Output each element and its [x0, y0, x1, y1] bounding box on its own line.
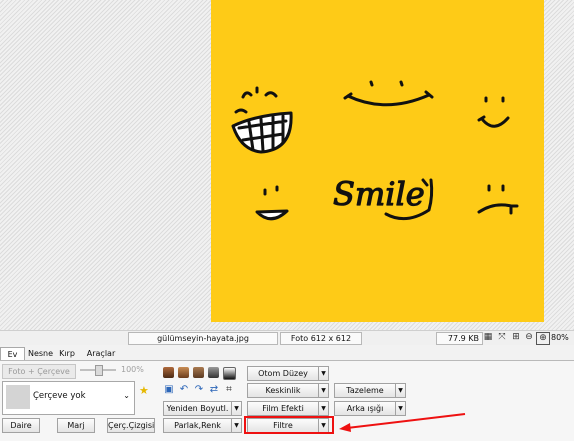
tazeleme-dropdown[interactable]: ▼: [395, 383, 406, 398]
smile-text: Smile: [333, 175, 425, 213]
parlak-renk-button[interactable]: Parlak,Renk: [163, 418, 232, 433]
foto-cerceve-button[interactable]: Foto + Çerçeve: [2, 364, 76, 379]
otom-duzey-dropdown[interactable]: ▼: [318, 366, 329, 381]
tab-ev[interactable]: Ev: [0, 347, 25, 361]
zoom-percent: 100%: [121, 365, 144, 374]
gray-preset-icon[interactable]: [208, 367, 219, 378]
yeniden-boyutl-button[interactable]: Yeniden Boyutl.: [163, 401, 232, 416]
zoom-in-icon[interactable]: ⊕: [536, 332, 550, 345]
daire-button[interactable]: Daire: [2, 418, 40, 433]
red-arrow-icon: [339, 413, 466, 432]
cerc-cizgisi-button[interactable]: Çerç.Çizgisi: [107, 418, 155, 433]
smiley-drawings: Smile: [231, 80, 519, 221]
frame-thumbnail: [6, 385, 30, 409]
photo[interactable]: Smile: [211, 0, 544, 322]
fit-window-icon[interactable]: ⤧: [496, 332, 508, 343]
flip-icon[interactable]: ⇄: [208, 384, 220, 396]
bw-preset-icon[interactable]: [223, 367, 236, 380]
filtre-highlight-box: [244, 416, 334, 434]
parlak-renk-dropdown[interactable]: ▼: [231, 418, 242, 433]
zoom-slider-handle[interactable]: [95, 365, 103, 376]
chevron-down-icon: ⌄: [123, 391, 130, 400]
status-filename: gülümseyin-hayata.jpg: [128, 332, 278, 345]
crop-icon[interactable]: ⌗: [223, 384, 235, 396]
rotate-right-icon[interactable]: ↷: [193, 384, 205, 396]
warm-preset-icon[interactable]: [178, 367, 189, 378]
status-bar: gülümseyin-hayata.jpg Foto 612 x 612 77.…: [0, 330, 574, 345]
rotate-left-icon[interactable]: ↶: [178, 384, 190, 396]
tazeleme-button[interactable]: Tazeleme: [334, 383, 396, 398]
keskinlik-dropdown[interactable]: ▼: [318, 383, 329, 398]
status-photo-size: Foto 612 x 612: [280, 332, 362, 345]
film-efekti-button[interactable]: Film Efekti: [247, 401, 319, 416]
yeniden-boyutl-dropdown[interactable]: ▼: [231, 401, 242, 416]
tab-bar: Ev Nesne Kırp Araçlar: [0, 346, 574, 361]
actual-size-icon[interactable]: ⊞: [510, 332, 522, 343]
frame-select[interactable]: Çerçeve yok ⌄: [2, 381, 135, 415]
tab-araclar[interactable]: Araçlar: [86, 347, 116, 360]
tab-nesne[interactable]: Nesne: [27, 347, 54, 360]
zoom-level: 80%: [551, 333, 569, 342]
tab-kirp[interactable]: Kırp: [58, 347, 76, 360]
film-efekti-dropdown[interactable]: ▼: [318, 401, 329, 416]
fit-checker-icon[interactable]: ▦: [482, 332, 494, 343]
frame-select-label: Çerçeve yok: [33, 391, 86, 401]
status-file-size: 77.9 KB: [436, 332, 483, 345]
marj-button[interactable]: Marj: [57, 418, 95, 433]
otom-duzey-button[interactable]: Otom Düzey: [247, 366, 319, 381]
brown-preset-icon[interactable]: [193, 367, 204, 378]
star-icon[interactable]: ★: [139, 384, 149, 397]
image-icon[interactable]: ▣: [163, 384, 175, 396]
zoom-out-icon[interactable]: ⊖: [523, 332, 535, 343]
keskinlik-button[interactable]: Keskinlik: [247, 383, 319, 398]
sepia-preset-icon[interactable]: [163, 367, 174, 378]
image-canvas[interactable]: Smile: [0, 0, 574, 330]
